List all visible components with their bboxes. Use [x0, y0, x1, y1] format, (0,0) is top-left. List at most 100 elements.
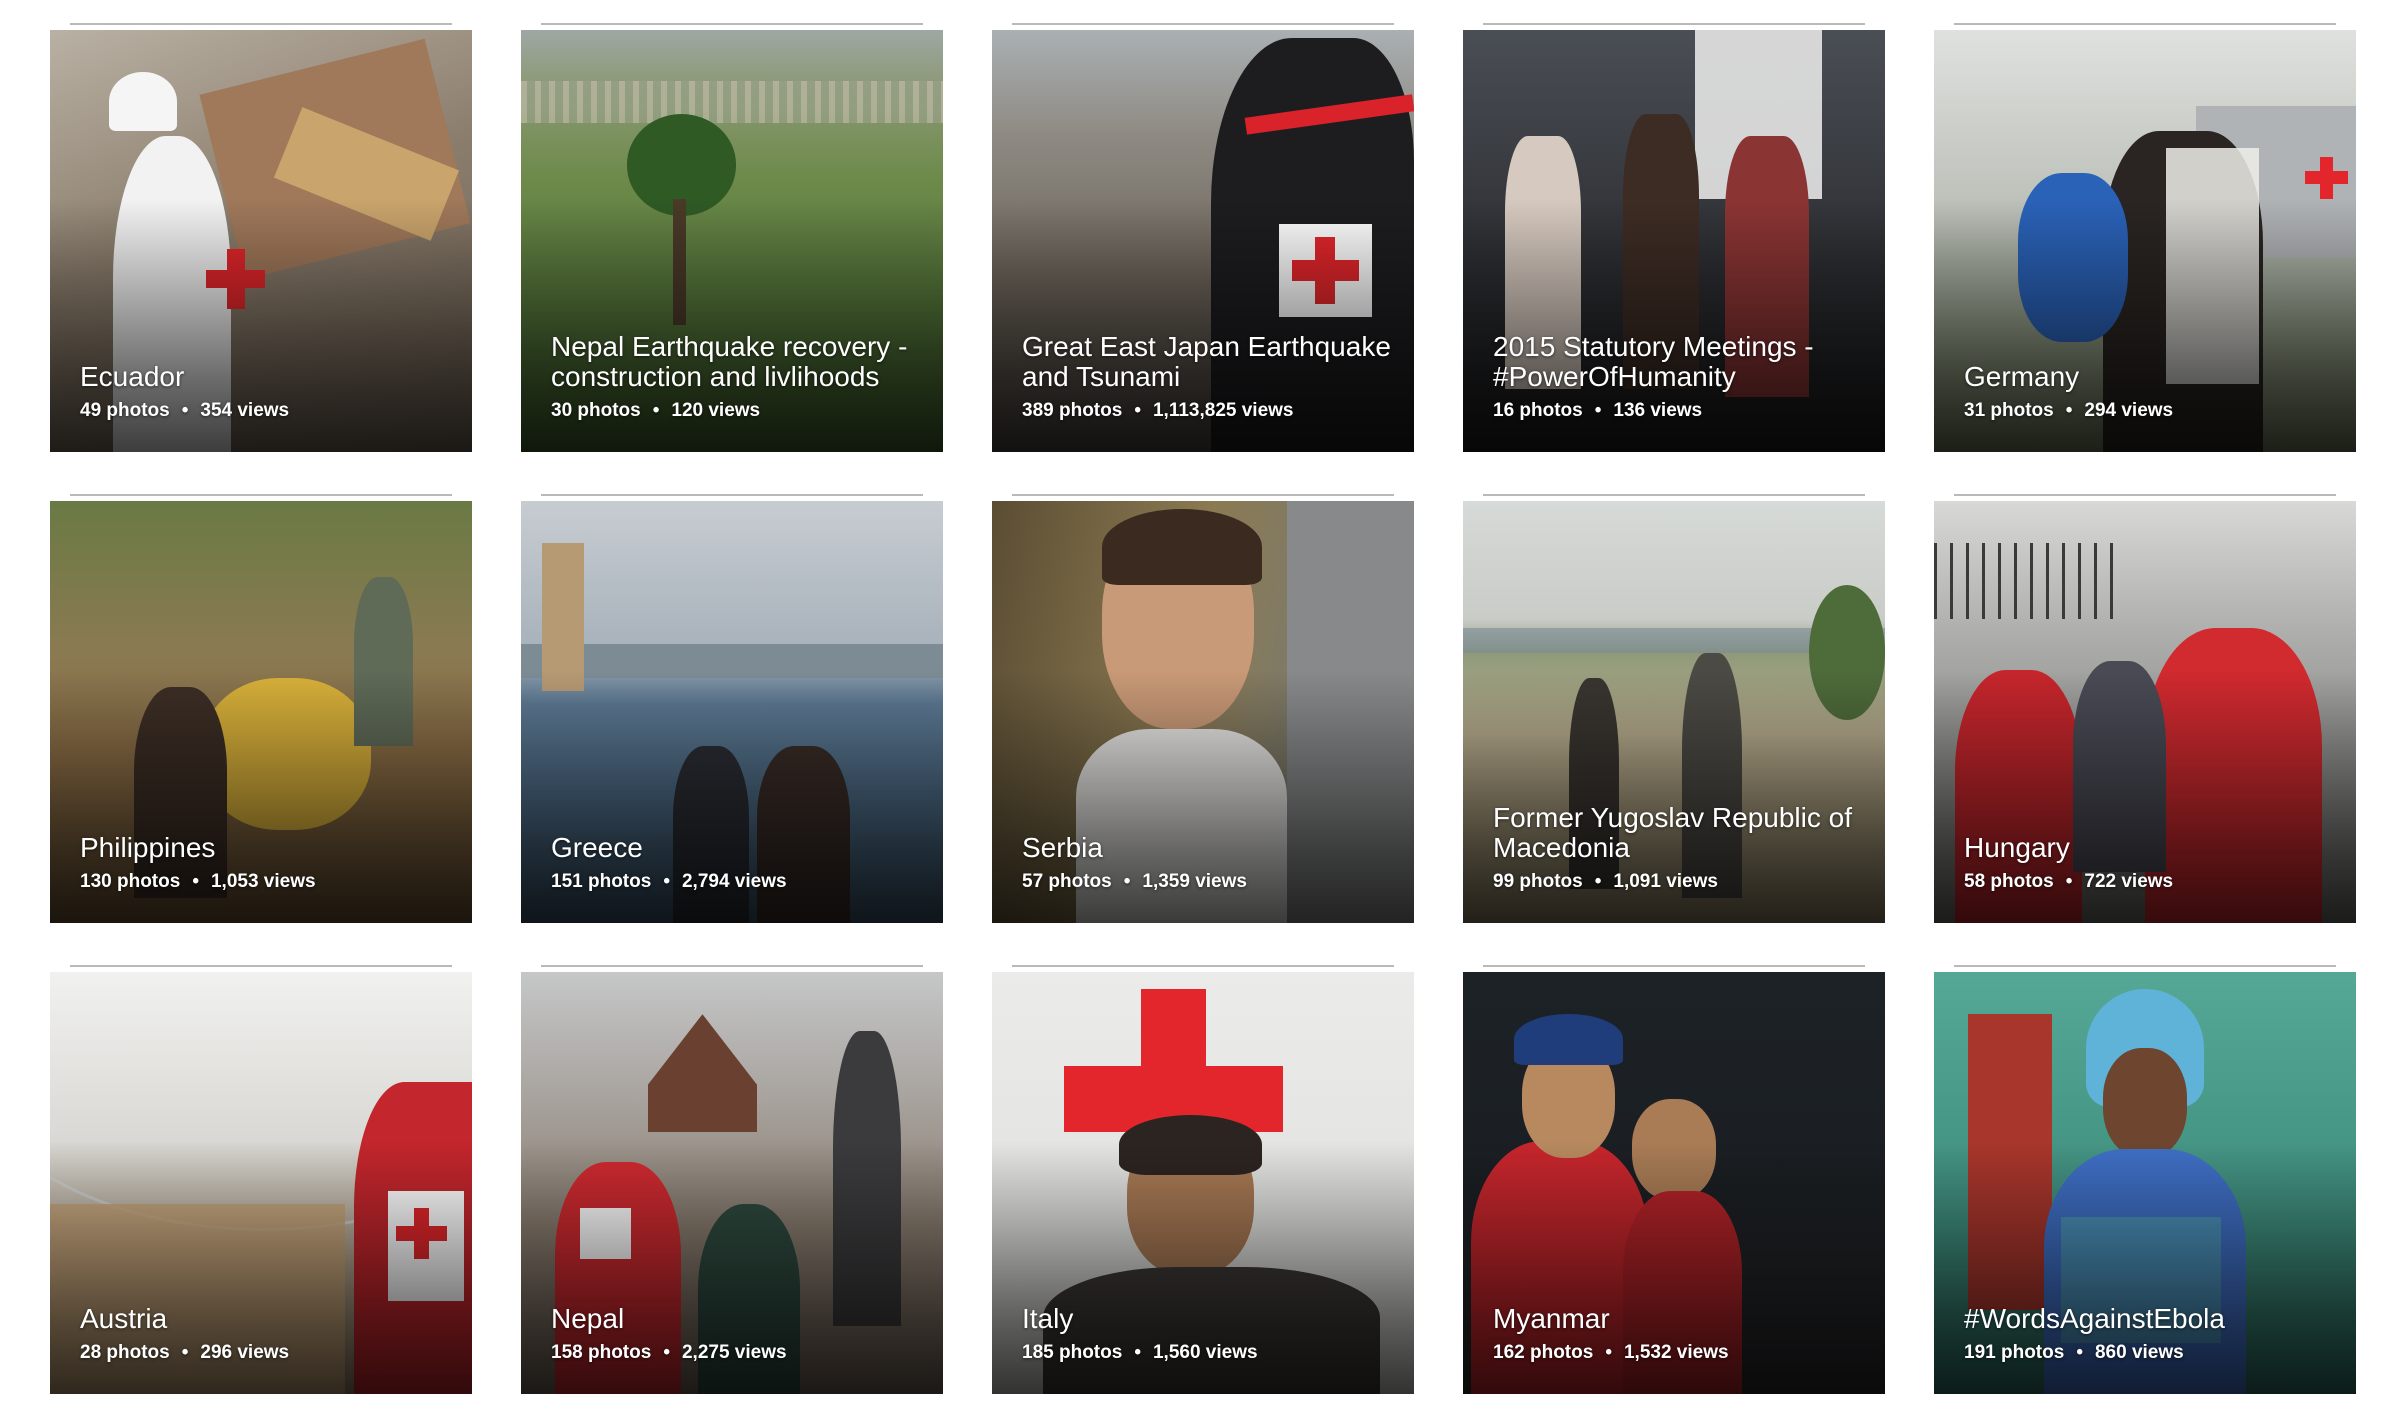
album-card-15[interactable]: #WordsAgainstEbola 191 photos • 860 views [1934, 965, 2356, 1394]
album-stack-edge [70, 494, 452, 496]
album-stack-edge [1012, 23, 1394, 25]
album-meta: 99 photos • 1,091 views [1493, 871, 1865, 893]
album-stack-edge [541, 965, 923, 967]
album-meta: 185 photos • 1,560 views [1022, 1342, 1394, 1364]
album-meta: 30 photos • 120 views [551, 400, 923, 422]
album-card-7[interactable]: Greece 151 photos • 2,794 views [521, 494, 943, 923]
album-photo-count: 158 photos [551, 1342, 652, 1363]
album-photo-count: 99 photos [1493, 871, 1583, 892]
album-info: Philippines 130 photos • 1,053 views [80, 833, 452, 893]
album-title: Nepal [551, 1303, 625, 1334]
album-card-8[interactable]: Serbia 57 photos • 1,359 views [992, 494, 1414, 923]
album-view-count: 296 views [200, 1342, 290, 1363]
album-card-4[interactable]: 2015 Statutory Meetings - #PowerOfHumani… [1463, 23, 1885, 452]
album-stack-edge [1012, 494, 1394, 496]
album-title: Serbia [1022, 832, 1103, 863]
album-meta: 16 photos • 136 views [1493, 400, 1865, 422]
album-info: #WordsAgainstEbola 191 photos • 860 views [1964, 1304, 2336, 1364]
separator-dot: • [663, 1342, 670, 1363]
album-meta: 28 photos • 296 views [80, 1342, 452, 1364]
album-meta: 151 photos • 2,794 views [551, 871, 923, 893]
album-info: Greece 151 photos • 2,794 views [551, 833, 923, 893]
separator-dot: • [1123, 871, 1131, 892]
album-info: Former Yugoslav Republic of Macedonia 99… [1493, 803, 1865, 893]
album-view-count: 1,359 views [1142, 871, 1247, 892]
album-grid: Ecuador 49 photos • 354 views Nepal Earthq… [50, 23, 2356, 1394]
album-title: Great East Japan Earthquake and Tsunami [1022, 331, 1391, 392]
separator-dot: • [181, 1342, 189, 1363]
album-info: Ecuador 49 photos • 354 views [80, 362, 452, 422]
album-photo-count: 49 photos [80, 400, 170, 421]
album-card-5[interactable]: Germany 31 photos • 294 views [1934, 23, 2356, 452]
album-title: Philippines [80, 832, 216, 863]
album-info: 2015 Statutory Meetings - #PowerOfHumani… [1493, 332, 1865, 422]
album-meta: 162 photos • 1,532 views [1493, 1342, 1865, 1364]
album-info: Great East Japan Earthquake and Tsunami … [1022, 332, 1394, 422]
separator-dot: • [2076, 1342, 2083, 1363]
separator-dot: • [1134, 1342, 1141, 1363]
album-photo-count: 151 photos [551, 871, 652, 892]
album-view-count: 860 views [2094, 1342, 2184, 1363]
separator-dot: • [192, 871, 199, 892]
album-meta: 158 photos • 2,275 views [551, 1342, 923, 1364]
album-info: Germany 31 photos • 294 views [1964, 362, 2336, 422]
album-view-count: 1,560 views [1152, 1342, 1258, 1363]
album-stack-edge [1483, 494, 1865, 496]
album-card-13[interactable]: Italy 185 photos • 1,560 views [992, 965, 1414, 1394]
album-card-10[interactable]: Hungary 58 photos • 722 views [1934, 494, 2356, 923]
album-view-count: 722 views [2084, 871, 2174, 892]
album-photo-count: 191 photos [1964, 1342, 2065, 1363]
album-view-count: 354 views [200, 400, 290, 421]
album-view-count: 2,794 views [681, 871, 787, 892]
album-title: Hungary [1964, 832, 2070, 863]
album-info: Nepal Earthquake recovery - construction… [551, 332, 923, 422]
album-view-count: 2,275 views [681, 1342, 787, 1363]
album-meta: 58 photos • 722 views [1964, 871, 2336, 893]
album-card-14[interactable]: Myanmar 162 photos • 1,532 views [1463, 965, 1885, 1394]
album-card-2[interactable]: Nepal Earthquake recovery - construction… [521, 23, 943, 452]
separator-dot: • [2065, 871, 2073, 892]
separator-dot: • [2065, 400, 2073, 421]
album-card-6[interactable]: Philippines 130 photos • 1,053 views [50, 494, 472, 923]
album-meta: 130 photos • 1,053 views [80, 871, 452, 893]
album-stack-edge [1483, 23, 1865, 25]
album-title: #WordsAgainstEbola [1964, 1303, 2225, 1334]
album-view-count: 120 views [671, 400, 761, 421]
album-photo-count: 28 photos [80, 1342, 170, 1363]
album-title: Italy [1022, 1303, 1074, 1334]
album-info: Serbia 57 photos • 1,359 views [1022, 833, 1394, 893]
album-photo-count: 30 photos [551, 400, 641, 421]
album-info: Myanmar 162 photos • 1,532 views [1493, 1304, 1865, 1364]
separator-dot: • [663, 871, 670, 892]
album-photo-count: 389 photos [1022, 400, 1123, 421]
album-title: Germany [1964, 361, 2080, 392]
album-meta: 57 photos • 1,359 views [1022, 871, 1394, 893]
album-card-11[interactable]: Austria 28 photos • 296 views [50, 965, 472, 1394]
album-photo-count: 57 photos [1022, 871, 1112, 892]
album-photo-count: 31 photos [1964, 400, 2054, 421]
album-view-count: 1,091 views [1613, 871, 1718, 892]
album-title: Greece [551, 832, 643, 863]
album-view-count: 1,113,825 views [1152, 400, 1294, 421]
album-stack-edge [70, 23, 452, 25]
album-meta: 31 photos • 294 views [1964, 400, 2336, 422]
album-stack-edge [1954, 494, 2336, 496]
album-card-12[interactable]: Nepal 158 photos • 2,275 views [521, 965, 943, 1394]
separator-dot: • [181, 400, 189, 421]
album-stack-edge [1483, 965, 1865, 967]
album-title: Myanmar [1493, 1303, 1610, 1334]
album-meta: 49 photos • 354 views [80, 400, 452, 422]
album-card-3[interactable]: Great East Japan Earthquake and Tsunami … [992, 23, 1414, 452]
album-card-9[interactable]: Former Yugoslav Republic of Macedonia 99… [1463, 494, 1885, 923]
album-title: Former Yugoslav Republic of Macedonia [1493, 802, 1852, 863]
album-stack-edge [1954, 965, 2336, 967]
album-view-count: 1,053 views [210, 871, 316, 892]
separator-dot: • [1594, 400, 1602, 421]
separator-dot: • [652, 400, 660, 421]
album-photo-count: 162 photos [1493, 1342, 1594, 1363]
album-info: Hungary 58 photos • 722 views [1964, 833, 2336, 893]
album-view-count: 294 views [2084, 400, 2174, 421]
album-card-1[interactable]: Ecuador 49 photos • 354 views [50, 23, 472, 452]
album-stack-edge [1954, 23, 2336, 25]
album-meta: 389 photos • 1,113,825 views [1022, 400, 1394, 422]
